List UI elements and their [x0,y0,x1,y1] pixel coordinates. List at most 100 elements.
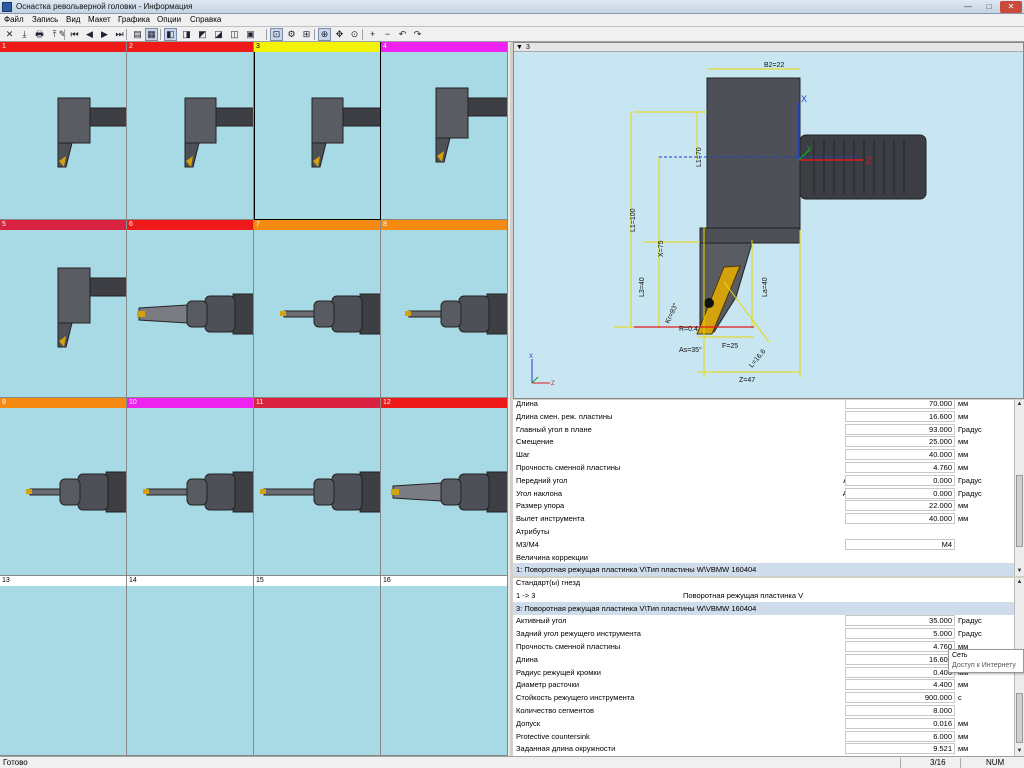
position-tool-preview [127,230,255,397]
zoom-window-icon[interactable]: ⊕ [318,28,331,41]
parameter-value[interactable]: 40.000 [845,513,955,525]
maximize-button[interactable]: □ [979,1,999,13]
turret-position-7[interactable]: 7 [254,220,382,398]
turret-position-5[interactable]: 5 [0,220,128,398]
menu-help[interactable]: Справка [190,15,221,24]
position-number: 10 [129,399,137,406]
scroll-down-icon[interactable]: ▼ [1015,567,1024,576]
parameter-value[interactable]: 5.000 [845,628,955,640]
position-color-header: 12 [381,398,507,408]
first-icon[interactable]: ⏮ [68,28,81,41]
tool-parameters-scrollbar[interactable]: ▲ ▼ [1014,400,1024,576]
section-row[interactable]: 1: Поворотная режущая пластинка V\Тип пл… [513,563,1014,576]
zoom-fit-icon[interactable]: ⊙ [348,28,361,41]
view4-icon[interactable]: ◪ [212,28,225,41]
turret-position-13[interactable]: 13 [0,576,127,756]
position-number: 13 [2,577,10,584]
parameter-value[interactable]: M4 [845,538,955,550]
last-icon[interactable]: ⏭ [113,28,126,41]
scroll-up-icon[interactable]: ▲ [1015,400,1024,409]
tool-drill-body [392,482,442,502]
tool-thumbnail [184,97,255,168]
parameter-row: Главный угол в планеKr93.000Градус [513,423,1014,436]
turret-position-6[interactable]: 6 [127,220,255,398]
parameter-value[interactable]: 4.760 [845,641,955,652]
parameter-value[interactable]: 4.400 [845,679,955,691]
tool-block [57,267,91,324]
toolbar-separator [266,29,267,40]
parameter-value[interactable]: 40.000 [845,449,955,461]
turret-position-10[interactable]: 10 [127,398,255,576]
turret-positions-grid: 1 2 3 4 5 6 7 8 9 10 11 12 13 14 15 16 [0,42,510,756]
view5-icon[interactable]: ◫ [228,28,241,41]
scroll-down-icon[interactable]: ▼ [1015,747,1024,756]
prev-icon[interactable]: ◀ [83,28,96,41]
pan-icon[interactable]: ✥ [333,28,346,41]
turret-position-2[interactable]: 2 [127,42,255,220]
tool-block [184,97,217,144]
parameter-value[interactable]: 22.000 [845,500,955,512]
section-row[interactable]: 3: Поворотная режущая пластинка V\Тип пл… [513,601,1014,615]
fit-icon[interactable]: ⊡ [270,28,283,41]
turret-position-1[interactable]: 1 [0,42,128,220]
export-icon[interactable]: ⤓ [18,28,31,41]
tool-insert [143,489,149,494]
grid-view-icon[interactable]: ⊞ [300,28,313,41]
view3-icon[interactable]: ◩ [196,28,209,41]
zoom-out-icon[interactable]: − [381,28,394,41]
view6-icon[interactable]: ▣ [244,28,257,41]
turret-position-15[interactable]: 15 [254,576,381,756]
menu-view[interactable]: Вид [66,15,80,24]
menu-file[interactable]: Файл [4,15,24,24]
menu-graphics[interactable]: Графика [118,15,150,24]
layout1-icon[interactable]: ▤ [131,28,144,41]
parameter-value[interactable]: 25.000 [845,436,955,448]
parameter-value[interactable]: 0.400 [845,666,955,678]
turret-position-16[interactable]: 16 [381,576,508,756]
scroll-up-icon[interactable]: ▲ [1015,578,1024,587]
parameter-value[interactable]: 9.521 [845,743,955,755]
menu-options[interactable]: Опции [157,15,181,24]
minimize-button[interactable]: — [958,1,978,13]
zoom-prev-icon[interactable]: ↶ [396,28,409,41]
dim-la: La=40 [762,277,769,297]
next-icon[interactable]: ▶ [98,28,111,41]
parameter-value[interactable]: 0.000 [845,474,955,486]
position-number: 2 [129,43,133,50]
parameter-value[interactable]: 70.000 [845,400,955,409]
scroll-thumb[interactable] [1016,475,1023,547]
position-tool-preview [254,52,382,219]
view1-icon[interactable]: ◧ [164,28,177,41]
scroll-thumb[interactable] [1016,693,1023,743]
parameter-value[interactable]: 900.000 [845,692,955,704]
parameter-value[interactable]: 4.760 [845,462,955,473]
parameter-value[interactable]: 6.000 [845,730,955,742]
parameter-label: M3/M4 [516,539,539,549]
print-icon[interactable]: 🖶 [33,28,46,41]
parameter-value[interactable]: 35.000 [845,615,955,627]
zoom-in-icon[interactable]: + [366,28,379,41]
parameter-value[interactable]: 8.000 [845,705,955,716]
parameter-unit: мм [958,463,969,472]
parameter-value[interactable]: 0.016 [845,717,955,729]
menu-record[interactable]: Запись [32,15,58,24]
turret-position-3[interactable]: 3 [254,42,382,220]
parameter-value[interactable]: 0.000 [845,487,955,499]
menu-layout[interactable]: Макет [88,15,111,24]
zoom-next-icon[interactable]: ↷ [411,28,424,41]
view-dropdown-icon[interactable]: ▼ [516,44,523,51]
parameter-value[interactable]: 93.000 [845,423,955,435]
turret-position-4[interactable]: 4 [381,42,509,220]
close-icon[interactable]: ✕ [3,28,16,41]
turret-position-8[interactable]: 8 [381,220,509,398]
parameter-value[interactable]: 16.600 [845,410,955,422]
turret-position-12[interactable]: 12 [381,398,509,576]
turret-position-14[interactable]: 14 [127,576,254,756]
parameter-value[interactable]: 16.600 [845,653,955,665]
tool-view-icon[interactable]: ⚙ [285,28,298,41]
view2-icon[interactable]: ◨ [180,28,193,41]
turret-position-9[interactable]: 9 [0,398,128,576]
layout2-icon[interactable]: ▦ [145,28,158,41]
turret-position-11[interactable]: 11 [254,398,382,576]
close-window-button[interactable]: ✕ [1000,1,1022,13]
